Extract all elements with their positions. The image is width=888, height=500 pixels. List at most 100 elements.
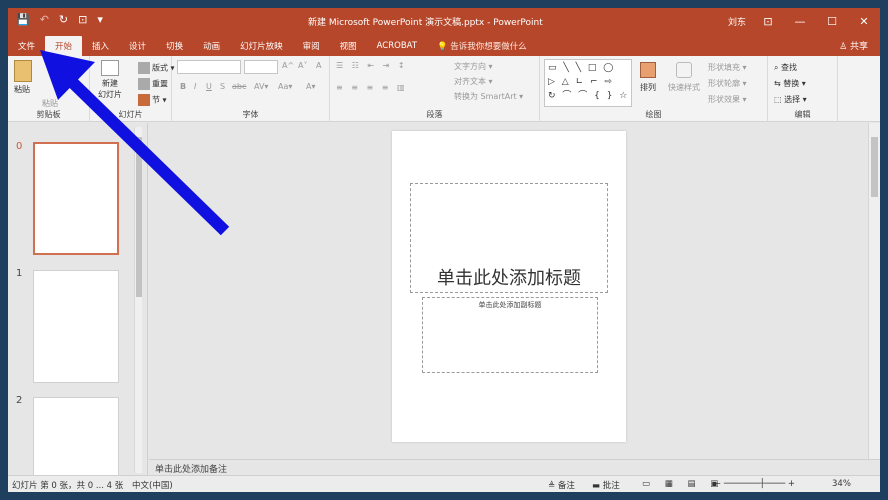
shape-effects-button[interactable]: 形状效果 ▾ (708, 94, 747, 105)
window-controls: ⊡ — ☐ ✕ (752, 8, 880, 34)
character-spacing-button[interactable]: AV▾ (254, 82, 268, 91)
align-text-button[interactable]: 对齐文本 ▾ (454, 76, 493, 87)
subtitle-placeholder-text: 单击此处添加副标题 (478, 301, 542, 309)
replace-icon: ⇆ (774, 79, 784, 88)
group-drawing: ▭ ╲ ╲ □ ◯ ▷ △ ∟ ⌐ ⇨ ↻ ⌒ ⌒ { } ☆ 排列 快速样式 … (540, 56, 768, 122)
font-name-dropdown[interactable] (177, 60, 241, 74)
shrink-font-button[interactable]: A˅ (298, 61, 307, 70)
ribbon-display-options-icon[interactable]: ⊡ (752, 8, 784, 34)
language-indicator[interactable]: 中文(中国) (132, 479, 173, 491)
thumb-number: 2 (16, 395, 23, 406)
ribbon-home: 粘贴 粘贴 剪贴板 新建 幻灯片 版式 ▾ 重置 节 ▾ 幻灯片 A^ A˅ A… (8, 56, 880, 122)
search-icon: ⌕ (774, 63, 782, 72)
customize-qat-icon[interactable]: ▾ (97, 13, 103, 26)
thumb-number: 0 (16, 141, 23, 152)
scrollbar-thumb[interactable] (871, 137, 878, 197)
redo-icon[interactable]: ↻ (59, 13, 68, 26)
new-slide-button[interactable]: 新建 幻灯片 (98, 60, 122, 100)
grow-font-button[interactable]: A^ (282, 61, 294, 70)
layout-icon (138, 62, 150, 74)
tab-file[interactable]: 文件 (8, 36, 45, 56)
clipboard-icon (14, 60, 32, 82)
shape-fill-button[interactable]: 形状填充 ▾ (708, 62, 747, 73)
status-bar: 幻灯片 第 0 张，共 0 ... 4 张 中文(中国) ≜ 备注 ▬ 批注 ▭… (8, 475, 880, 492)
close-button[interactable]: ✕ (848, 8, 880, 34)
tab-acrobat[interactable]: ACROBAT (367, 36, 427, 56)
editor-scrollbar[interactable] (868, 123, 880, 459)
text-direction-button[interactable]: 文字方向 ▾ (454, 61, 493, 72)
group-clipboard: 粘贴 粘贴 剪贴板 (8, 56, 90, 122)
section-button[interactable]: 节 ▾ (138, 94, 167, 106)
select-button[interactable]: ⬚ 选择 ▾ (774, 94, 807, 105)
thumbnails-scrollbar[interactable] (134, 127, 142, 473)
slide-thumbnail-0[interactable] (33, 142, 119, 255)
group-label-editing: 编辑 (794, 110, 811, 119)
tab-slideshow[interactable]: 幻灯片放映 (230, 36, 293, 56)
tab-insert[interactable]: 插入 (82, 36, 119, 56)
start-from-beginning-icon[interactable]: ⊡ (78, 13, 87, 26)
undo-icon[interactable]: ↶ (40, 13, 49, 26)
title-placeholder-text: 单击此处添加标题 (437, 268, 581, 289)
share-button[interactable]: ♙ 共享 (839, 39, 868, 52)
font-size-dropdown[interactable] (244, 60, 278, 74)
comments-button[interactable]: ▬ 批注 (592, 479, 620, 491)
list-buttons[interactable]: ☰ ☷ ⇤ ⇥ ↕ (336, 61, 408, 70)
tab-design[interactable]: 设计 (119, 36, 156, 56)
bold-button[interactable]: B (180, 82, 186, 91)
scrollbar-thumb[interactable] (136, 137, 142, 297)
paste-special-button[interactable]: 粘贴 (42, 98, 58, 109)
italic-button[interactable]: I (194, 82, 196, 91)
find-button[interactable]: ⌕ 查找 (774, 62, 797, 73)
shapes-gallery[interactable]: ▭ ╲ ╲ □ ◯ ▷ △ ∟ ⌐ ⇨ ↻ ⌒ ⌒ { } ☆ (544, 59, 632, 107)
new-slide-icon (101, 60, 119, 76)
zoom-slider[interactable]: − ───────┼──── + (714, 479, 795, 489)
notes-pane[interactable]: 单击此处添加备注 (149, 459, 880, 475)
comment-icon: ▬ (592, 481, 603, 491)
change-case-button[interactable]: Aa▾ (278, 82, 292, 91)
subtitle-placeholder[interactable]: 单击此处添加副标题 (422, 297, 598, 373)
clear-formatting-button[interactable]: A (316, 61, 321, 70)
underline-button[interactable]: U (206, 82, 212, 91)
group-paragraph: ☰ ☷ ⇤ ⇥ ↕ ≡ ≡ ≡ ≡ ▥ 文字方向 ▾ 对齐文本 ▾ 转换为 Sm… (330, 56, 540, 122)
layout-button[interactable]: 版式 ▾ (138, 62, 175, 74)
group-font: A^ A˅ A B I U S abc AV▾ Aa▾ A▾ 字体 (172, 56, 330, 122)
group-label-drawing: 绘图 (645, 110, 662, 119)
quick-access-toolbar: 💾 ↶ ↻ ⊡ ▾ (16, 13, 103, 26)
section-icon (138, 94, 150, 106)
current-slide[interactable]: 单击此处添加标题 单击此处添加副标题 (392, 131, 626, 442)
strikethrough-button[interactable]: abc (232, 82, 246, 91)
tab-review[interactable]: 审阅 (293, 36, 330, 56)
quick-styles-icon (676, 62, 692, 78)
view-buttons[interactable]: ▭ ▦ ▤ ▣ (642, 479, 724, 489)
maximize-button[interactable]: ☐ (816, 8, 848, 34)
reset-button[interactable]: 重置 (138, 78, 168, 90)
tab-animations[interactable]: 动画 (193, 36, 230, 56)
title-placeholder[interactable]: 单击此处添加标题 (410, 183, 608, 293)
notes-icon: ≜ (548, 481, 558, 491)
tab-transitions[interactable]: 切换 (156, 36, 193, 56)
title-bar: 💾 ↶ ↻ ⊡ ▾ 新建 Microsoft PowerPoint 演示文稿.p… (8, 8, 880, 34)
slide-editor: 单击此处添加标题 单击此处添加副标题 (149, 123, 880, 459)
document-title: 新建 Microsoft PowerPoint 演示文稿.pptx - Powe… (308, 18, 543, 28)
notes-toggle-button[interactable]: ≜ 备注 (548, 479, 575, 491)
shape-outline-button[interactable]: 形状轮廓 ▾ (708, 78, 747, 89)
tab-view[interactable]: 视图 (330, 36, 367, 56)
group-label-clipboard: 剪贴板 (36, 110, 61, 119)
text-shadow-button[interactable]: S (220, 82, 225, 91)
quick-styles-button[interactable]: 快速样式 (668, 62, 700, 93)
zoom-level[interactable]: 34% (832, 479, 851, 489)
save-icon[interactable]: 💾 (16, 13, 30, 26)
arrange-button[interactable]: 排列 (640, 62, 656, 93)
paste-button[interactable]: 粘贴 (14, 60, 32, 95)
tell-me-search[interactable]: 💡 告诉我你想要做什么 (427, 36, 537, 56)
minimize-button[interactable]: — (784, 8, 816, 34)
replace-button[interactable]: ⇆ 替换 ▾ (774, 78, 806, 89)
group-slides: 新建 幻灯片 版式 ▾ 重置 节 ▾ 幻灯片 (90, 56, 175, 122)
tab-home[interactable]: 开始 (45, 36, 83, 56)
alignment-buttons[interactable]: ≡ ≡ ≡ ≡ ▥ (336, 83, 408, 92)
convert-smartart-button[interactable]: 转换为 SmartArt ▾ (454, 91, 523, 102)
font-color-button[interactable]: A▾ (306, 82, 316, 91)
group-editing: ⌕ 查找 ⇆ 替换 ▾ ⬚ 选择 ▾ 编辑 (768, 56, 838, 122)
user-name[interactable]: 刘东 (728, 15, 746, 28)
slide-thumbnail-1[interactable] (33, 270, 119, 383)
